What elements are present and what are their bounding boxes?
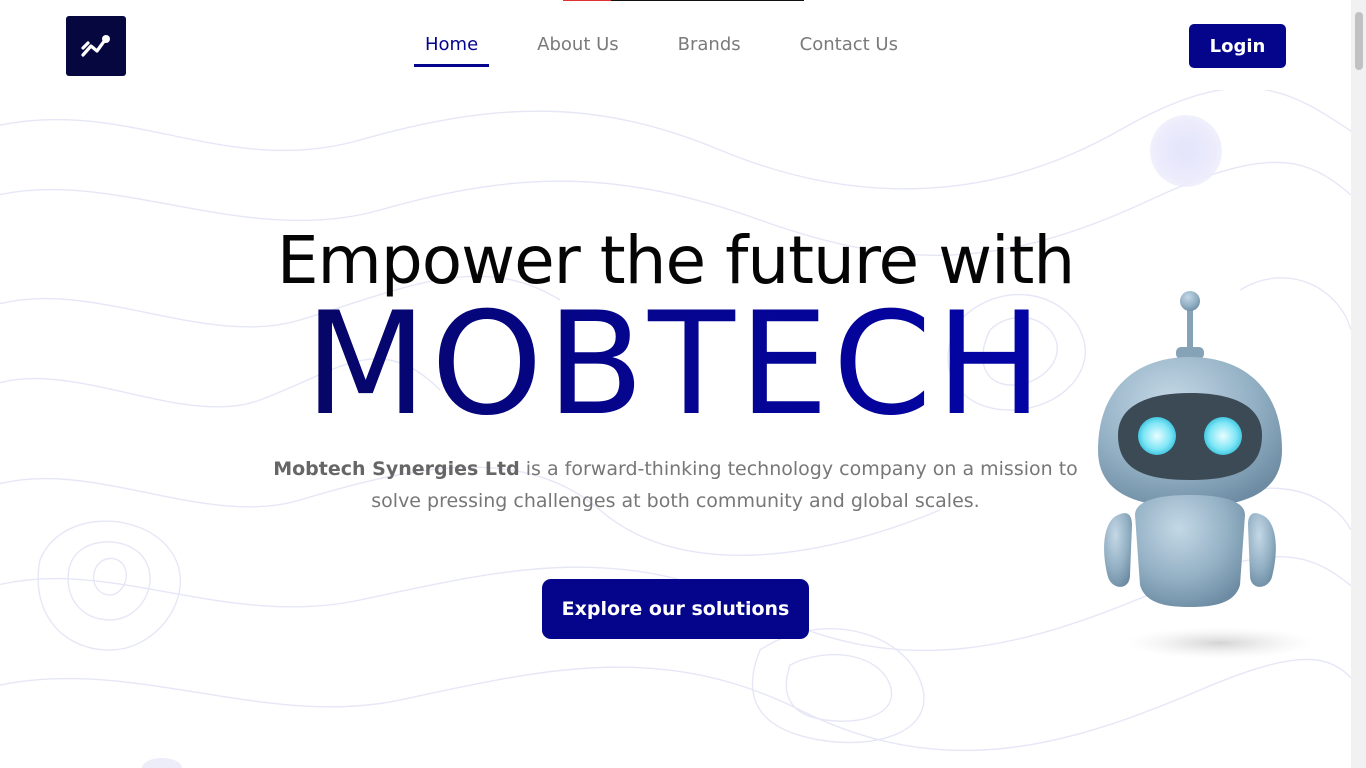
explore-solutions-button[interactable]: Explore our solutions: [542, 579, 809, 639]
nav-brands[interactable]: Brands: [667, 24, 752, 67]
login-button[interactable]: Login: [1189, 24, 1286, 68]
main-nav: Home About Us Brands Contact Us: [414, 24, 946, 67]
nav-contact-us[interactable]: Contact Us: [789, 24, 909, 67]
page-scrollbar[interactable]: [1351, 0, 1366, 768]
site-header: Home About Us Brands Contact Us Login: [0, 0, 1351, 90]
nav-home[interactable]: Home: [414, 24, 490, 67]
logo[interactable]: [66, 16, 126, 76]
company-name: Mobtech Synergies Ltd: [273, 458, 520, 480]
robot-mascot-icon: [1098, 291, 1315, 659]
page: Home About Us Brands Contact Us Login Em…: [0, 0, 1351, 768]
scrollbar-thumb[interactable]: [1355, 12, 1363, 70]
hero-description: Mobtech Synergies Ltd is a forward-think…: [255, 453, 1096, 517]
decorative-blob: [1150, 115, 1222, 187]
trending-chart-icon: [81, 35, 110, 57]
scroll-progress-indicator: [563, 0, 611, 1]
nav-about-us[interactable]: About Us: [526, 24, 630, 67]
